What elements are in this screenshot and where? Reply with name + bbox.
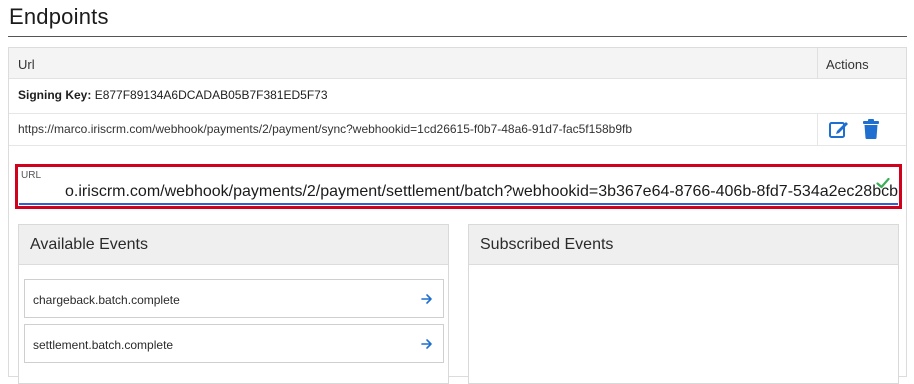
url-field-label: URL — [21, 170, 42, 181]
available-events-title: Available Events — [30, 236, 148, 253]
arrow-right-icon[interactable] — [421, 338, 433, 350]
panel-header: Available Events — [19, 225, 448, 265]
column-divider — [817, 113, 818, 145]
row-divider — [9, 145, 906, 146]
arrow-right-icon[interactable] — [421, 293, 433, 305]
url-field-value[interactable]: o.iriscrm.com/webhook/payments/2/payment… — [20, 183, 898, 201]
url-input[interactable]: URL o.iriscrm.com/webhook/payments/2/pay… — [19, 168, 898, 205]
event-item-chargeback-batch-complete[interactable]: chargeback.batch.complete — [24, 279, 444, 318]
row-divider — [9, 113, 906, 114]
signing-key-value: E877F89134A6DCADAB05B7F381ED5F73 — [94, 88, 328, 102]
event-label: chargeback.batch.complete — [33, 293, 180, 307]
edit-button[interactable] — [828, 118, 850, 140]
trash-icon — [863, 119, 879, 139]
edit-icon — [829, 122, 848, 138]
endpoint-url: https://marco.iriscrm.com/webhook/paymen… — [18, 122, 633, 136]
column-header-actions: Actions — [826, 57, 869, 72]
delete-button[interactable] — [861, 118, 881, 140]
panel-header: Subscribed Events — [469, 225, 898, 265]
page-title: Endpoints — [9, 4, 109, 29]
signing-key-row: Signing Key: E877F89134A6DCADAB05B7F381E… — [18, 88, 328, 102]
url-field[interactable]: URL o.iriscrm.com/webhook/payments/2/pay… — [15, 164, 902, 209]
endpoints-table: Url Actions Signing Key: E877F89134A6DCA… — [8, 47, 907, 384]
title-divider — [8, 36, 907, 37]
event-label: settlement.batch.complete — [33, 338, 174, 352]
available-events-panel: Available Events chargeback.batch.comple… — [18, 224, 449, 384]
column-divider — [817, 48, 818, 79]
check-icon — [876, 177, 890, 189]
table-header: Url Actions — [9, 48, 906, 79]
column-header-url: Url — [18, 57, 35, 72]
event-item-settlement-batch-complete[interactable]: settlement.batch.complete — [24, 324, 444, 363]
subscribed-events-title: Subscribed Events — [480, 236, 614, 253]
signing-key-label: Signing Key: — [18, 88, 92, 102]
subscribed-events-panel: Subscribed Events — [468, 224, 899, 384]
